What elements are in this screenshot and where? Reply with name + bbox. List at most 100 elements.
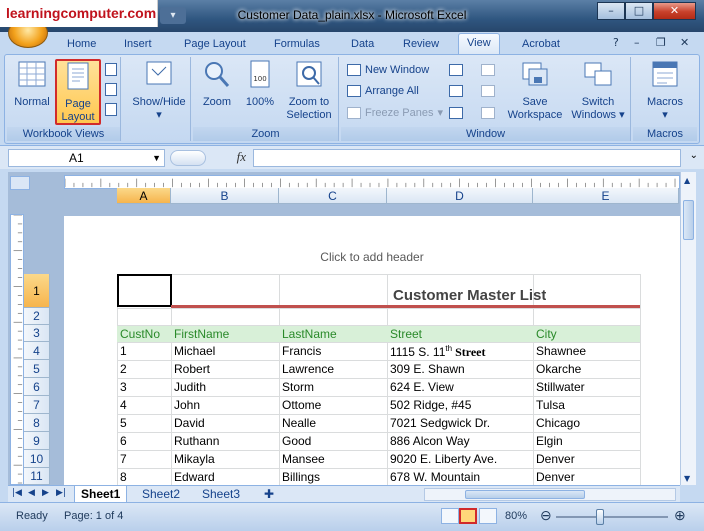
row-header[interactable]: 10 bbox=[24, 450, 50, 468]
formula-input[interactable] bbox=[253, 149, 681, 167]
table-cell[interactable]: 2 bbox=[117, 362, 127, 376]
column-header-c[interactable]: C bbox=[279, 188, 387, 204]
column-header-e[interactable]: E bbox=[533, 188, 679, 204]
table-cell[interactable]: 5 bbox=[117, 416, 127, 430]
reset-window-position-icon[interactable] bbox=[481, 107, 495, 119]
zoom-button[interactable]: Zoom bbox=[197, 59, 237, 109]
tab-page-layout[interactable]: Page Layout bbox=[184, 35, 246, 54]
row-header[interactable]: 3 bbox=[24, 325, 50, 342]
tab-data[interactable]: Data bbox=[351, 35, 374, 54]
page-layout-view-button[interactable]: Page Layout bbox=[55, 59, 101, 125]
table-cell[interactable]: Michael bbox=[171, 344, 215, 358]
expand-formula-bar-icon[interactable]: ⌄ bbox=[690, 150, 698, 161]
table-cell[interactable]: Tulsa bbox=[533, 398, 565, 412]
horizontal-scroll-thumb[interactable] bbox=[465, 490, 585, 499]
header-custno[interactable]: CustNo bbox=[117, 327, 160, 341]
row-header[interactable]: 5 bbox=[24, 360, 50, 378]
table-cell[interactable]: Francis bbox=[279, 344, 321, 358]
show-hide-button[interactable]: Show/Hide ▾ bbox=[131, 59, 187, 122]
table-cell[interactable]: 7 bbox=[117, 452, 127, 466]
table-cell[interactable]: Mikayla bbox=[171, 452, 215, 466]
ribbon-minimize-icon[interactable]: – bbox=[634, 36, 640, 49]
table-cell[interactable]: 7021 Sedgwick Dr. bbox=[387, 416, 490, 430]
table-cell[interactable]: Ottome bbox=[279, 398, 321, 412]
table-cell[interactable]: Okarche bbox=[533, 362, 581, 376]
prev-sheet-icon[interactable]: ◀ bbox=[28, 488, 35, 498]
scroll-up-icon[interactable]: ▲ bbox=[684, 176, 690, 185]
arrange-all-button[interactable]: Arrange All bbox=[347, 82, 419, 100]
insert-sheet-icon[interactable]: ✚ bbox=[258, 486, 280, 502]
table-cell[interactable]: 4 bbox=[117, 398, 127, 412]
sheet-tab-sheet3[interactable]: Sheet3 bbox=[196, 486, 246, 502]
column-header-a[interactable]: A bbox=[117, 188, 171, 204]
table-cell[interactable]: 886 Alcon Way bbox=[387, 434, 470, 448]
full-screen-icon[interactable] bbox=[105, 103, 117, 116]
active-cell-a1[interactable] bbox=[117, 274, 172, 307]
table-cell[interactable]: Storm bbox=[279, 380, 314, 394]
zoom-slider-thumb[interactable] bbox=[596, 509, 604, 525]
table-cell[interactable]: David bbox=[171, 416, 205, 430]
horizontal-scrollbar[interactable] bbox=[424, 488, 676, 501]
tab-acrobat[interactable]: Acrobat bbox=[522, 35, 560, 54]
scroll-down-icon[interactable]: ▼ bbox=[684, 474, 690, 483]
name-box-dropdown-icon[interactable]: ▼ bbox=[152, 150, 161, 166]
table-cell[interactable]: Lawrence bbox=[279, 362, 334, 376]
table-cell[interactable]: Stillwater bbox=[533, 380, 585, 394]
table-cell[interactable]: Mansee bbox=[279, 452, 325, 466]
ribbon-restore-icon[interactable]: ❐ bbox=[656, 36, 666, 49]
header-street[interactable]: Street bbox=[387, 327, 422, 341]
page-layout-status-icon[interactable] bbox=[459, 508, 477, 524]
table-cell[interactable]: 9020 E. Liberty Ave. bbox=[387, 452, 497, 466]
table-cell[interactable]: 309 E. Shawn bbox=[387, 362, 465, 376]
zoom-level[interactable]: 80% bbox=[505, 510, 527, 522]
switch-windows-button[interactable]: Switch Windows ▾ bbox=[569, 59, 627, 122]
synchronous-scrolling-icon[interactable] bbox=[481, 85, 495, 97]
page-break-preview-status-icon[interactable] bbox=[479, 508, 497, 524]
table-cell[interactable]: 3 bbox=[117, 380, 127, 394]
maximize-button[interactable]: □ bbox=[625, 2, 653, 20]
table-cell[interactable]: Robert bbox=[171, 362, 210, 376]
page-break-preview-icon[interactable] bbox=[105, 63, 117, 76]
header-lastname[interactable]: LastName bbox=[279, 327, 337, 341]
table-cell[interactable]: 624 E. View bbox=[387, 380, 454, 394]
freeze-panes-button[interactable]: Freeze Panes ▾ bbox=[347, 104, 443, 122]
sheet-tab-sheet2[interactable]: Sheet2 bbox=[136, 486, 186, 502]
title-cell[interactable]: Customer Master List bbox=[390, 287, 546, 304]
table-cell[interactable]: Elgin bbox=[533, 434, 563, 448]
zoom-to-selection-button[interactable]: Zoom to Selection bbox=[283, 59, 335, 122]
next-sheet-icon[interactable]: ▶ bbox=[42, 488, 49, 498]
row-header[interactable]: 2 bbox=[24, 308, 50, 325]
zoom-slider[interactable] bbox=[556, 516, 668, 518]
tab-home[interactable]: Home bbox=[67, 35, 96, 54]
row-header[interactable]: 7 bbox=[24, 396, 50, 414]
hide-window-icon[interactable] bbox=[449, 85, 463, 97]
row-header[interactable]: 11 bbox=[24, 468, 50, 485]
table-cell[interactable]: Nealle bbox=[279, 416, 316, 430]
help-icon[interactable]: ? bbox=[613, 36, 619, 49]
vertical-scrollbar[interactable]: ▲ ▼ bbox=[680, 172, 696, 485]
save-workspace-button[interactable]: Save Workspace bbox=[505, 59, 565, 122]
row-header[interactable]: 1 bbox=[24, 274, 50, 308]
macros-button[interactable]: Macros ▾ bbox=[639, 59, 691, 122]
ribbon-close-icon[interactable]: ✕ bbox=[680, 36, 689, 49]
column-header-d[interactable]: D bbox=[387, 188, 533, 204]
name-box[interactable]: A1 ▼ bbox=[8, 149, 165, 167]
tab-insert[interactable]: Insert bbox=[124, 35, 152, 54]
last-sheet-icon[interactable]: ▶| bbox=[56, 488, 66, 498]
insert-function-icon[interactable]: fx bbox=[168, 149, 252, 167]
table-cell[interactable]: Good bbox=[279, 434, 311, 448]
select-all-corner[interactable] bbox=[10, 176, 30, 190]
vertical-scroll-thumb[interactable] bbox=[683, 200, 694, 240]
table-cell[interactable]: Chicago bbox=[533, 416, 580, 430]
header-city[interactable]: City bbox=[533, 327, 557, 341]
close-button[interactable]: ✕ bbox=[653, 2, 696, 20]
split-icon[interactable] bbox=[449, 64, 463, 76]
zoom-100-button[interactable]: 100 100% bbox=[243, 59, 277, 109]
table-cell[interactable]: Billings bbox=[279, 470, 320, 484]
zoom-out-icon[interactable]: ⊖ bbox=[540, 507, 552, 524]
column-header-b[interactable]: B bbox=[171, 188, 279, 204]
tab-view[interactable]: View bbox=[458, 33, 500, 55]
row-header[interactable]: 8 bbox=[24, 414, 50, 432]
table-cell[interactable]: 6 bbox=[117, 434, 127, 448]
table-cell[interactable]: Judith bbox=[171, 380, 206, 394]
